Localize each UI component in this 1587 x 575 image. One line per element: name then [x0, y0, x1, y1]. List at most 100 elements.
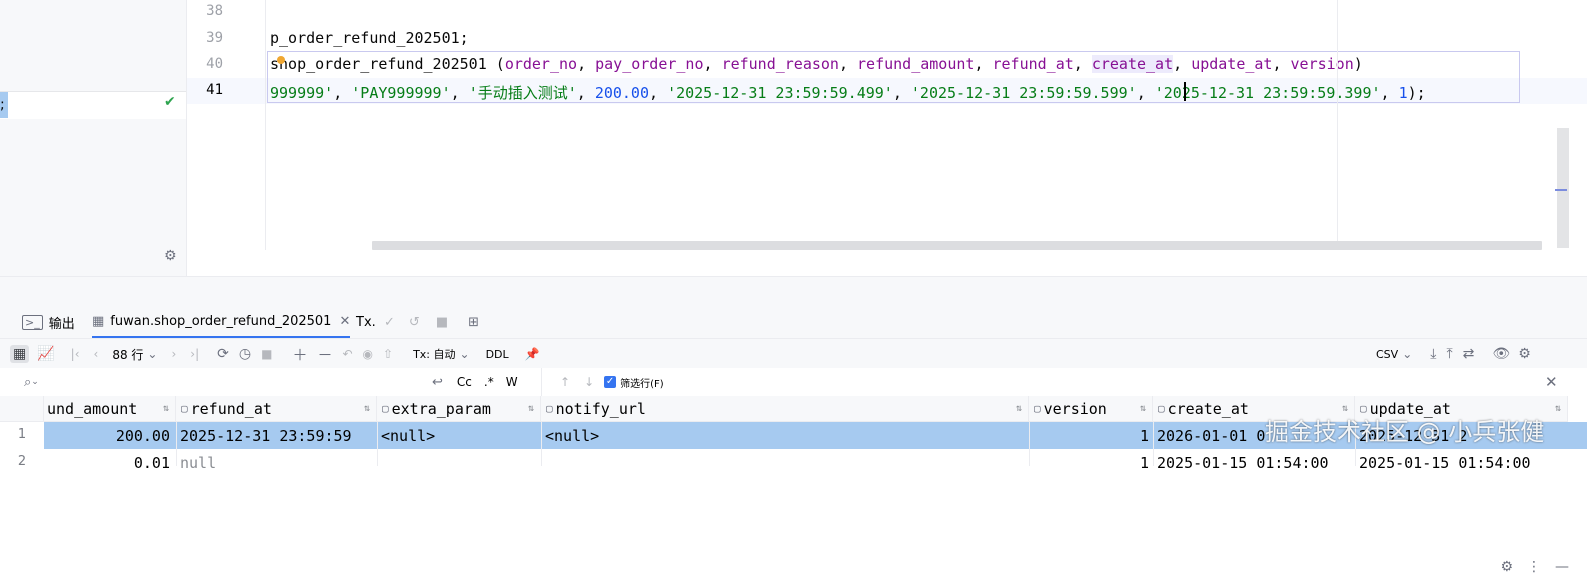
- column-ref: refund_at: [992, 55, 1074, 73]
- last-page-icon[interactable]: ›|: [190, 347, 199, 361]
- upload-icon[interactable]: ⤒: [1446, 346, 1452, 362]
- row-number[interactable]: 1: [0, 427, 44, 442]
- settings-icon[interactable]: ⚙: [1500, 559, 1513, 575]
- horizontal-scrollbar[interactable]: [372, 241, 1542, 250]
- left-panel-selected-row[interactable]: [0, 91, 186, 119]
- nav-arrows: ↑ ↓ ✓ 筛选行(F): [541, 368, 664, 396]
- minimize-icon[interactable]: —: [1555, 559, 1569, 575]
- text-caret: [1184, 82, 1186, 101]
- table-cell[interactable]: 0.01: [44, 454, 170, 472]
- stop-icon[interactable]: ■: [261, 347, 272, 361]
- ddl-button[interactable]: DDL: [486, 348, 509, 361]
- preview-icon[interactable]: ◉: [363, 347, 373, 361]
- table-cell[interactable]: 2025-01-15 01:54:00: [1359, 454, 1559, 472]
- close-icon[interactable]: ✕: [1545, 368, 1558, 396]
- refresh-icon[interactable]: ⟳: [217, 346, 229, 362]
- add-row-icon[interactable]: ＋: [292, 344, 307, 365]
- code-line-40[interactable]: shop_order_refund_202501 (order_no, pay_…: [270, 55, 1363, 73]
- table-cell[interactable]: 1: [1033, 427, 1149, 445]
- search-input[interactable]: [45, 368, 425, 396]
- code-line-41[interactable]: 999999', 'PAY999999', '手动插入测试', 200.00, …: [270, 82, 1426, 103]
- whole-word-toggle[interactable]: W: [506, 375, 518, 389]
- layout-icon[interactable]: ⊞: [468, 315, 479, 330]
- pin-icon[interactable]: 📌: [525, 347, 540, 361]
- commit-icon[interactable]: ✓: [384, 315, 395, 330]
- table-cell[interactable]: <null>: [381, 427, 539, 445]
- string-literal: '2025-12-31 23:59:59.499': [667, 84, 893, 102]
- line-number: 41: [206, 82, 223, 98]
- history-icon[interactable]: ◷: [239, 346, 251, 362]
- sort-icon[interactable]: ⇅: [163, 403, 169, 414]
- stop-icon[interactable]: ■: [436, 315, 448, 330]
- table-cell[interactable]: 200.00: [44, 427, 170, 445]
- filter-bar: ⌕ ⌄ ↩ Cc .* W ↑ ↓ ✓ 筛选行(F) ✕: [0, 368, 1587, 397]
- prev-page-icon[interactable]: ‹: [94, 347, 99, 361]
- code-line-39[interactable]: p_order_refund_202501;: [270, 29, 469, 47]
- close-icon[interactable]: ✕: [339, 314, 350, 329]
- submit-icon[interactable]: ⇧: [383, 347, 393, 361]
- result-tabs: >_ 输出 ▦ fuwan.shop_order_refund_202501 ✕…: [0, 306, 1587, 338]
- column-header[interactable]: ▢ extra_param ⇅: [377, 396, 541, 422]
- column-ref: version: [1290, 55, 1354, 73]
- rollback-icon[interactable]: ↺: [409, 315, 420, 330]
- sql-editor[interactable]: ; ✔ ⚙ 38 39 40 41 p_order_refund_202501;…: [0, 0, 1587, 276]
- search-icon[interactable]: ⌕ ⌄: [24, 368, 39, 396]
- table-cell[interactable]: 2025-01-15 01:54:00: [1157, 454, 1353, 472]
- line-number: 39: [206, 30, 223, 46]
- replace-icon[interactable]: ↩: [432, 375, 443, 390]
- table-cell[interactable]: 1: [1033, 454, 1149, 472]
- compare-icon[interactable]: ⇄: [1463, 346, 1475, 362]
- string-literal: '2025-12-31 23:59:59.599': [910, 84, 1137, 102]
- intention-bulb-icon[interactable]: [277, 56, 285, 64]
- delete-row-icon[interactable]: －: [317, 344, 332, 365]
- sort-icon[interactable]: ⇅: [528, 403, 534, 414]
- arrow-up-icon[interactable]: ↑: [560, 375, 570, 389]
- match-case-toggle[interactable]: Cc: [457, 375, 472, 389]
- export-format[interactable]: CSV: [1376, 348, 1398, 361]
- regex-toggle[interactable]: .*: [484, 375, 494, 389]
- undo-icon[interactable]: ↶: [342, 347, 352, 361]
- left-panel: ; ✔ ⚙: [0, 0, 187, 276]
- chevron-down-icon[interactable]: ⌄: [460, 347, 470, 361]
- first-page-icon[interactable]: |‹: [71, 347, 80, 361]
- chevron-down-icon[interactable]: ⌄: [1402, 347, 1412, 361]
- column-header[interactable]: ▢ notify_url ⇅: [541, 396, 1029, 422]
- sort-icon[interactable]: ⇅: [364, 403, 370, 414]
- tab-output[interactable]: >_ 输出: [22, 306, 75, 338]
- chevron-down-icon[interactable]: ⌄: [147, 347, 157, 361]
- eye-icon[interactable]: 👁: [1492, 346, 1510, 362]
- gear-icon[interactable]: ⚙: [164, 248, 177, 264]
- more-icon[interactable]: ⋮: [1527, 559, 1541, 575]
- column-divider: [541, 422, 542, 466]
- tab-tx[interactable]: Tx.: [356, 306, 376, 338]
- gear-icon[interactable]: ⚙: [1518, 346, 1531, 362]
- tab-table-data[interactable]: ▦ fuwan.shop_order_refund_202501 ✕: [92, 306, 351, 338]
- tx-mode[interactable]: Tx: 自动: [413, 346, 455, 362]
- right-margin-guide: [1337, 0, 1338, 250]
- next-page-icon[interactable]: ›: [171, 347, 176, 361]
- download-icon[interactable]: ⤓: [1430, 346, 1436, 362]
- sort-icon[interactable]: ⇅: [1016, 403, 1022, 414]
- column-divider: [1029, 422, 1030, 466]
- vertical-scrollbar[interactable]: [1557, 128, 1569, 248]
- table-cell[interactable]: 2025-12-31 23:59:59: [180, 427, 374, 445]
- table-cell[interactable]: null: [180, 454, 374, 472]
- column-header[interactable]: ▢ version ⇅: [1029, 396, 1153, 422]
- string-literal: '2025-12-31 23:59:59.399': [1154, 84, 1381, 102]
- console-icon: >_: [22, 314, 43, 330]
- filter-rows-checkbox[interactable]: ✓: [604, 376, 617, 388]
- column-header[interactable]: ▢ refund_at ⇅: [176, 396, 377, 422]
- sort-icon[interactable]: ⇅: [1555, 403, 1561, 414]
- tab-output-label: 输出: [48, 316, 75, 332]
- row-count[interactable]: 88 行: [112, 346, 143, 363]
- sort-icon[interactable]: ⇅: [1140, 403, 1146, 414]
- table-cell[interactable]: <null>: [545, 427, 1025, 445]
- chart-view-icon[interactable]: 📈: [37, 346, 54, 362]
- column-header[interactable]: und_amount ⇅: [44, 396, 176, 422]
- table-view-icon[interactable]: ▦: [10, 345, 30, 363]
- scroll-marker: [1555, 189, 1567, 191]
- data-toolbar: ▦ 📈 |‹ ‹ 88 行 ⌄ › ›| ⟳ ◷ ■ ＋ － ↶ ◉ ⇧ Tx:…: [0, 338, 1587, 370]
- column-header-label: refund_at: [190, 399, 272, 418]
- arrow-down-icon[interactable]: ↓: [584, 375, 594, 389]
- row-number[interactable]: 2: [0, 454, 44, 469]
